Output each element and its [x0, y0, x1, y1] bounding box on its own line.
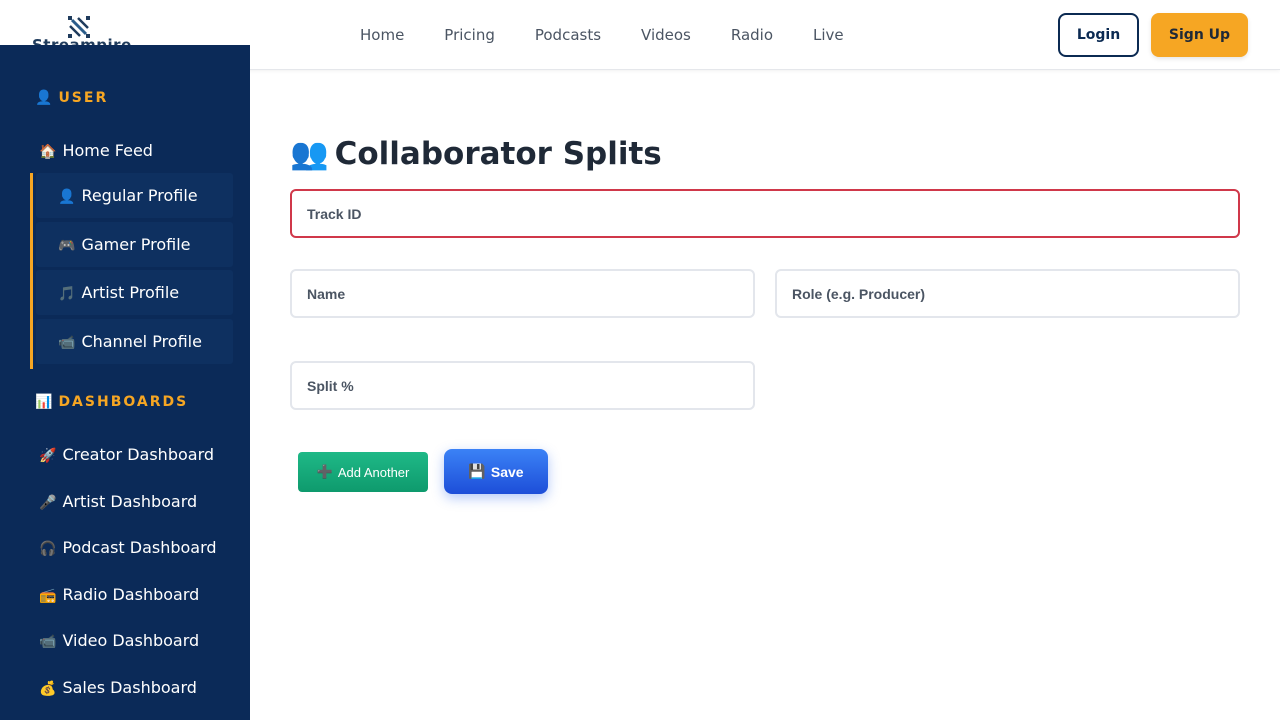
- profiles-submenu: 👤 Regular Profile 🎮 Gamer Profile 🎵 Artist …: [30, 173, 233, 369]
- plus-icon: ➕: [316, 464, 333, 479]
- floppy-disk-icon: 💾: [468, 463, 486, 479]
- nav-home[interactable]: Home: [340, 0, 424, 70]
- video-camera-icon: 📹: [58, 335, 76, 351]
- radio-icon: 📻: [39, 588, 57, 604]
- sidebar-item-label: Channel Profile: [81, 332, 202, 351]
- sidebar-item-label: Gamer Profile: [81, 235, 191, 254]
- nav-podcasts[interactable]: Podcasts: [515, 0, 621, 70]
- split-percent-input[interactable]: [290, 361, 755, 410]
- bar-chart-icon: 📊: [35, 394, 53, 410]
- sidebar-item-label: Podcast Dashboard: [62, 538, 217, 557]
- user-icon: 👤: [35, 90, 53, 106]
- sidebar-item-gamer-profile[interactable]: 🎮 Gamer Profile: [36, 222, 233, 267]
- main-nav: Home Pricing Podcasts Videos Radio Live: [340, 0, 864, 70]
- sidebar-item-home-feed[interactable]: 🏠 Home Feed: [39, 141, 153, 160]
- sidebar-item-label: Video Dashboard: [62, 631, 200, 650]
- sidebar-item-sales-dashboard[interactable]: 💰 Sales Dashboard: [39, 678, 197, 697]
- sidebar-item-regular-profile[interactable]: 👤 Regular Profile: [36, 173, 233, 218]
- nav-pricing[interactable]: Pricing: [424, 0, 515, 70]
- rocket-icon: 🚀: [39, 448, 57, 464]
- name-input[interactable]: [290, 269, 755, 318]
- microphone-icon: 🎤: [39, 495, 57, 511]
- add-another-button[interactable]: ➕ Add Another: [298, 452, 428, 492]
- sidebar-item-label: Artist Profile: [81, 283, 180, 302]
- user-icon: 👤: [58, 189, 76, 205]
- money-bag-icon: 💰: [39, 681, 57, 697]
- sidebar-item-radio-dashboard[interactable]: 📻 Radio Dashboard: [39, 585, 199, 604]
- video-camera-icon: 📹: [39, 634, 57, 650]
- sidebar-item-artist-profile[interactable]: 🎵 Artist Profile: [36, 270, 233, 315]
- sidebar-item-podcast-dashboard[interactable]: 🎧 Podcast Dashboard: [39, 538, 217, 557]
- sidebar-item-channel-profile[interactable]: 📹 Channel Profile: [36, 319, 233, 364]
- sidebar: 👤 USER 🏠 Home Feed 👤 Regular Profile 🎮 Gamer…: [0, 45, 250, 720]
- track-id-input[interactable]: [290, 189, 1240, 238]
- nav-videos[interactable]: Videos: [621, 0, 711, 70]
- sidebar-item-label: Regular Profile: [81, 186, 198, 205]
- save-button[interactable]: 💾 Save: [444, 449, 548, 494]
- headphones-icon: 🎧: [39, 541, 57, 557]
- sidebar-item-label: Home Feed: [62, 141, 153, 160]
- signup-button[interactable]: Sign Up: [1151, 13, 1248, 57]
- gamepad-icon: 🎮: [58, 238, 76, 254]
- sidebar-section-dashboards: 📊 DASHBOARDS: [35, 394, 189, 410]
- sidebar-item-artist-dashboard[interactable]: 🎤 Artist Dashboard: [39, 492, 197, 511]
- sidebar-item-video-dashboard[interactable]: 📹 Video Dashboard: [39, 631, 199, 650]
- home-icon: 🏠: [39, 144, 57, 160]
- role-input[interactable]: [775, 269, 1240, 318]
- sidebar-item-label: Radio Dashboard: [62, 585, 200, 604]
- people-icon: 👥: [290, 136, 329, 172]
- nav-radio[interactable]: Radio: [711, 0, 793, 70]
- sidebar-item-label: Artist Dashboard: [62, 492, 198, 511]
- nav-live[interactable]: Live: [793, 0, 864, 70]
- sidebar-item-label: Creator Dashboard: [62, 445, 215, 464]
- sidebar-section-user: 👤 USER: [35, 90, 109, 106]
- sidebar-item-label: Sales Dashboard: [62, 678, 197, 697]
- page-title: 👥 Collaborator Splits: [290, 136, 662, 172]
- sidebar-item-creator-dashboard[interactable]: 🚀 Creator Dashboard: [39, 445, 214, 464]
- music-note-icon: 🎵: [58, 286, 76, 302]
- login-button[interactable]: Login: [1058, 13, 1139, 57]
